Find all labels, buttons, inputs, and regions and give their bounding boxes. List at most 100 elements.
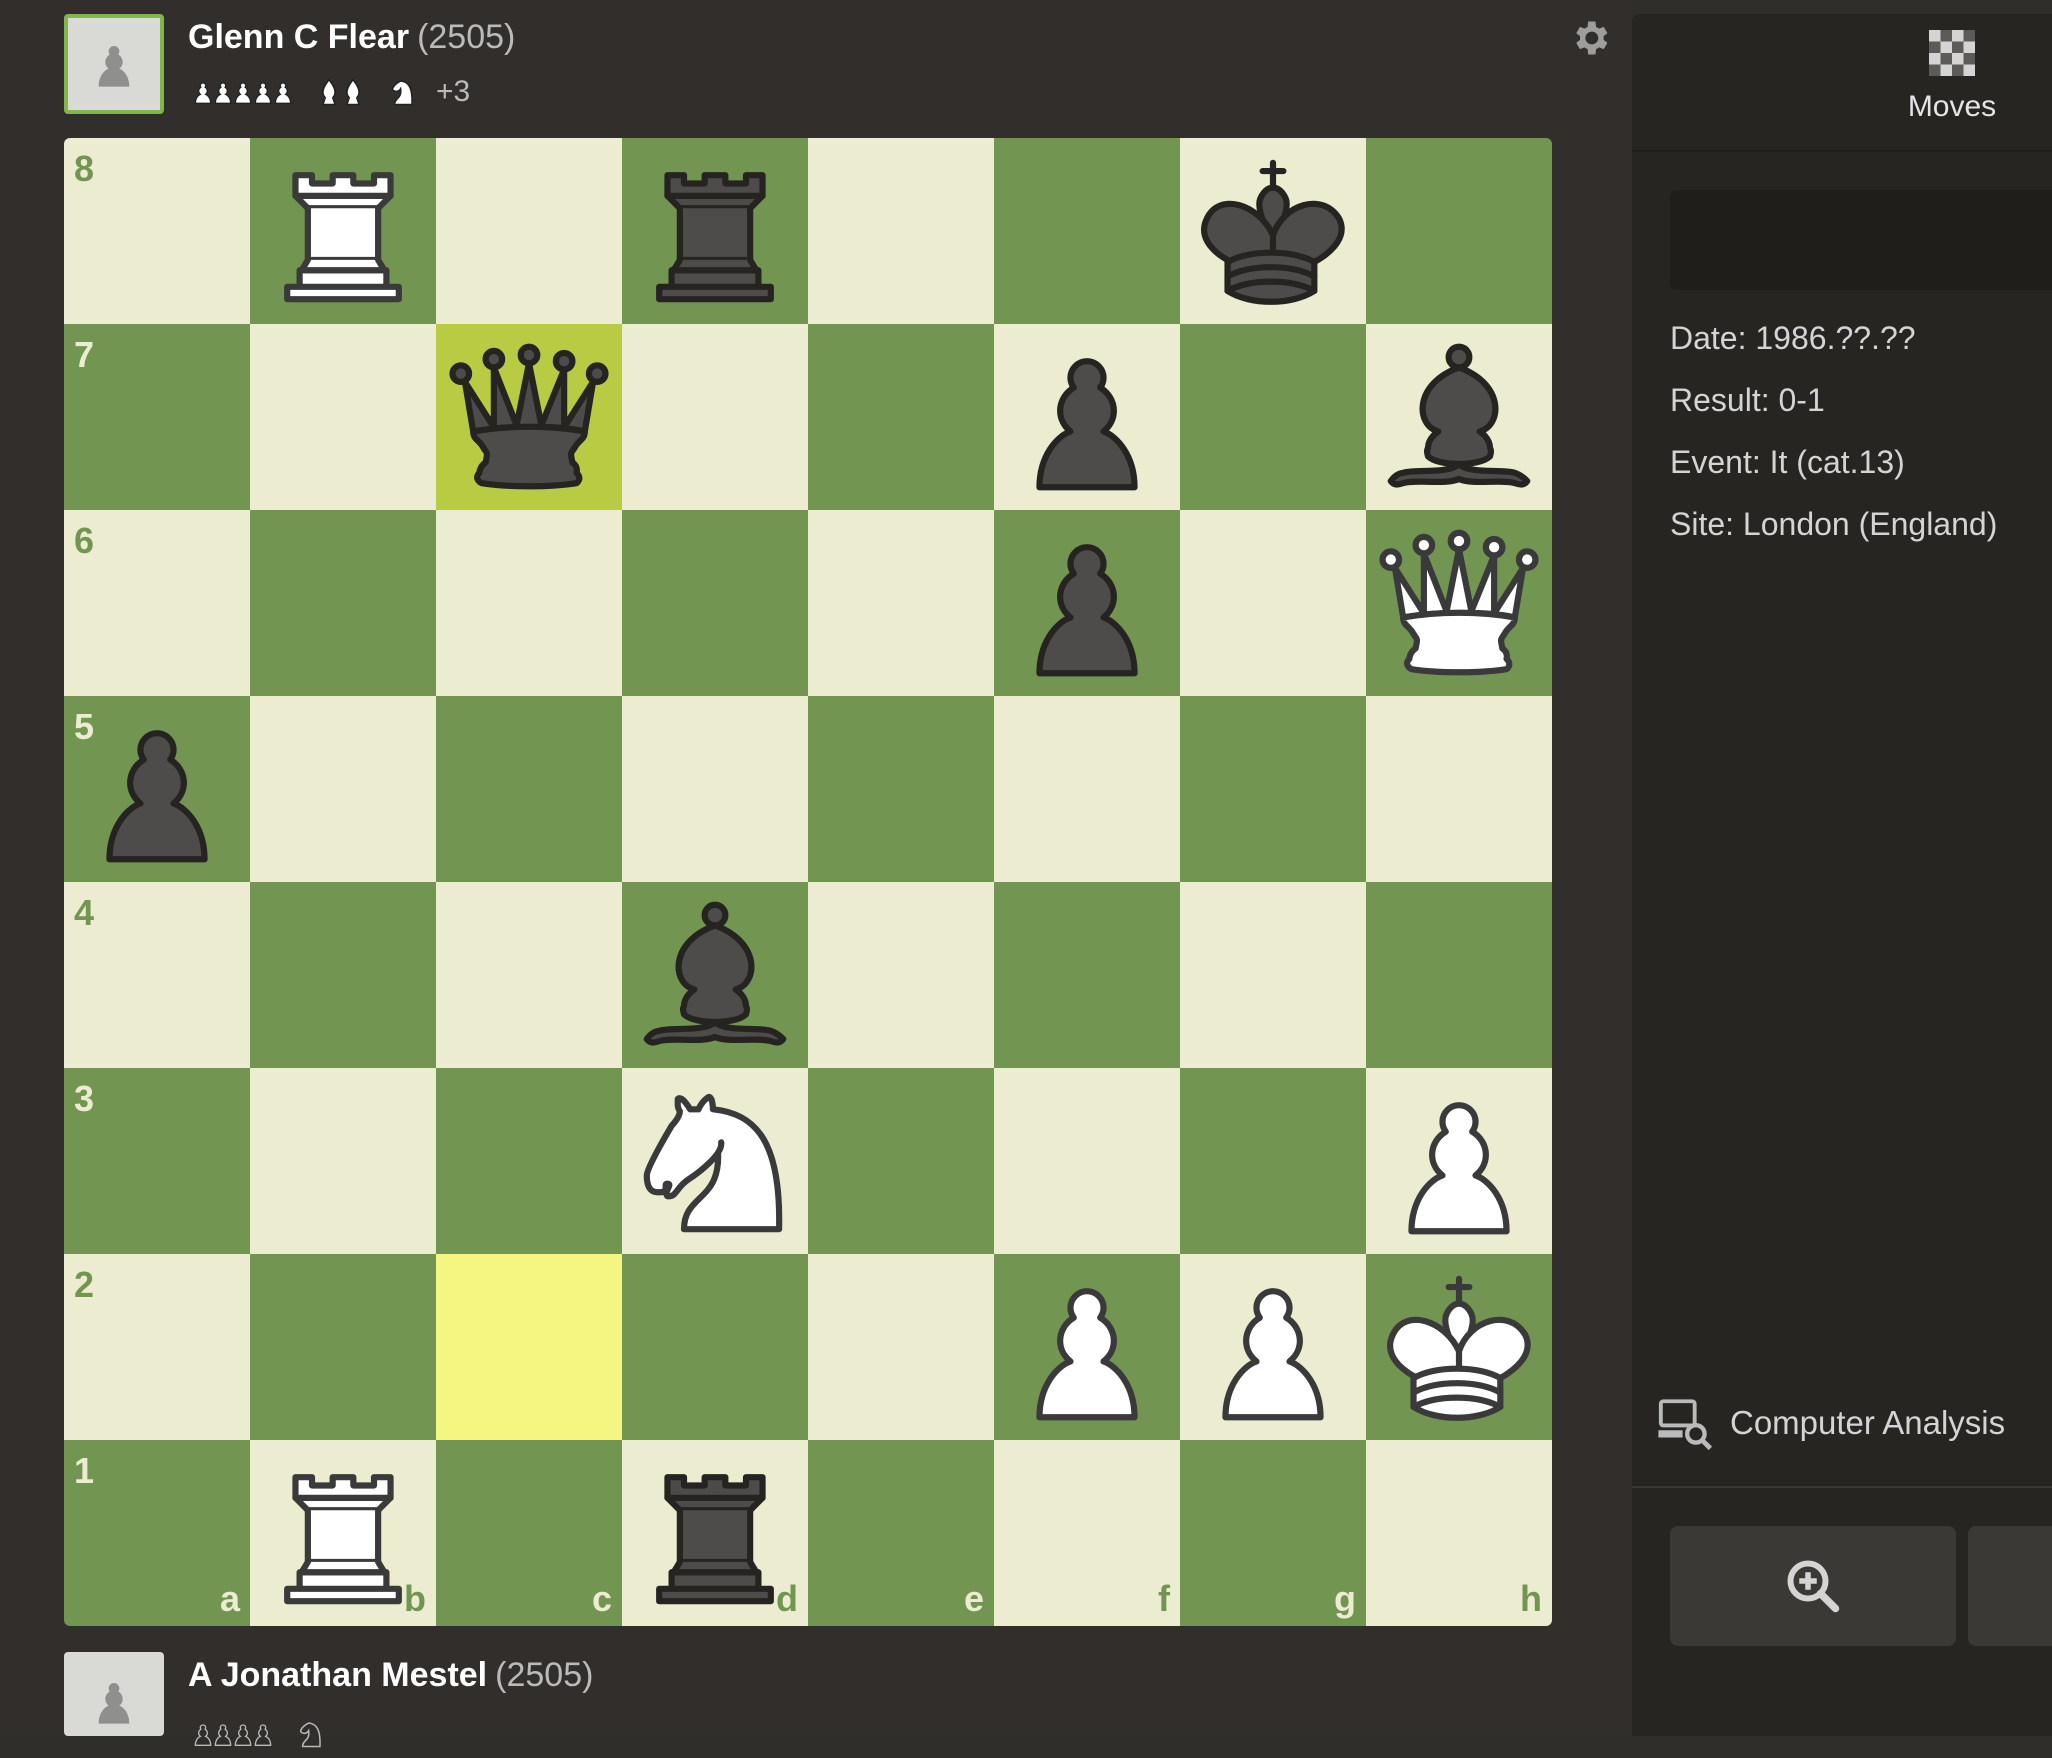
square-d6[interactable] bbox=[622, 510, 808, 696]
square-g6[interactable] bbox=[1180, 510, 1366, 696]
black-king-icon[interactable] bbox=[1180, 138, 1366, 324]
square-e3[interactable] bbox=[808, 1068, 994, 1254]
square-g4[interactable] bbox=[1180, 882, 1366, 1068]
square-g5[interactable] bbox=[1180, 696, 1366, 882]
avatar[interactable] bbox=[64, 14, 164, 114]
white-pawn-icon[interactable] bbox=[1366, 1068, 1552, 1254]
square-c6[interactable] bbox=[436, 510, 622, 696]
square-h7[interactable] bbox=[1366, 324, 1552, 510]
square-d4[interactable] bbox=[622, 882, 808, 1068]
square-f1[interactable]: f bbox=[994, 1440, 1180, 1626]
square-a4[interactable]: 4 bbox=[64, 882, 250, 1068]
square-e8[interactable] bbox=[808, 138, 994, 324]
square-e7[interactable] bbox=[808, 324, 994, 510]
square-a6[interactable]: 6 bbox=[64, 510, 250, 696]
square-b5[interactable] bbox=[250, 696, 436, 882]
square-g1[interactable]: g bbox=[1180, 1440, 1366, 1626]
square-c4[interactable] bbox=[436, 882, 622, 1068]
square-c3[interactable] bbox=[436, 1068, 622, 1254]
white-knight-icon[interactable] bbox=[622, 1068, 808, 1254]
square-h8[interactable] bbox=[1366, 138, 1552, 324]
square-b7[interactable] bbox=[250, 324, 436, 510]
square-d7[interactable] bbox=[622, 324, 808, 510]
white-queen-icon[interactable] bbox=[1366, 510, 1552, 696]
black-pawn-icon[interactable] bbox=[994, 324, 1180, 510]
tab-moves[interactable]: Moves bbox=[1882, 30, 2022, 160]
next-button[interactable] bbox=[1968, 1526, 2052, 1646]
black-bishop-icon[interactable] bbox=[1366, 324, 1552, 510]
black-pawn-icon[interactable] bbox=[64, 696, 250, 882]
square-e5[interactable] bbox=[808, 696, 994, 882]
square-d5[interactable] bbox=[622, 696, 808, 882]
game-site: Site: London (England) bbox=[1670, 506, 1998, 542]
white-king-icon[interactable] bbox=[1366, 1254, 1552, 1440]
square-f7[interactable] bbox=[994, 324, 1180, 510]
square-b4[interactable] bbox=[250, 882, 436, 1068]
white-pawn-icon[interactable] bbox=[1180, 1254, 1366, 1440]
square-h3[interactable] bbox=[1366, 1068, 1552, 1254]
square-d1[interactable]: d bbox=[622, 1440, 808, 1626]
square-e4[interactable] bbox=[808, 882, 994, 1068]
square-b8[interactable] bbox=[250, 138, 436, 324]
square-h6[interactable] bbox=[1366, 510, 1552, 696]
square-h2[interactable] bbox=[1366, 1254, 1552, 1440]
captured-knight-icon bbox=[391, 80, 413, 106]
white-pawn-icon[interactable] bbox=[994, 1254, 1180, 1440]
square-e6[interactable] bbox=[808, 510, 994, 696]
square-a7[interactable]: 7 bbox=[64, 324, 250, 510]
black-rook-icon[interactable] bbox=[622, 138, 808, 324]
square-g8[interactable] bbox=[1180, 138, 1366, 324]
square-f3[interactable] bbox=[994, 1068, 1180, 1254]
square-h5[interactable] bbox=[1366, 696, 1552, 882]
square-f8[interactable] bbox=[994, 138, 1180, 324]
square-a3[interactable]: 3 bbox=[64, 1068, 250, 1254]
settings-button[interactable] bbox=[1568, 16, 1612, 60]
square-b1[interactable]: b bbox=[250, 1440, 436, 1626]
player-name[interactable]: Glenn C Flear (2505) bbox=[188, 18, 515, 57]
square-f4[interactable] bbox=[994, 882, 1180, 1068]
square-c8[interactable] bbox=[436, 138, 622, 324]
square-c5[interactable] bbox=[436, 696, 622, 882]
game-event: Event: It (cat.13) bbox=[1670, 444, 1905, 480]
black-bishop-icon[interactable] bbox=[622, 882, 808, 1068]
square-e1[interactable]: e bbox=[808, 1440, 994, 1626]
square-c1[interactable]: c bbox=[436, 1440, 622, 1626]
square-b3[interactable] bbox=[250, 1068, 436, 1254]
square-a1[interactable]: 1a bbox=[64, 1440, 250, 1626]
captured-knight-icon bbox=[299, 1722, 321, 1748]
zoom-button[interactable] bbox=[1670, 1526, 1956, 1646]
square-f2[interactable] bbox=[994, 1254, 1180, 1440]
square-c7[interactable] bbox=[436, 324, 622, 510]
player-name[interactable]: A Jonathan Mestel (2505) bbox=[188, 1656, 593, 1695]
avatar[interactable] bbox=[64, 1652, 164, 1736]
square-c2[interactable] bbox=[436, 1254, 622, 1440]
square-g3[interactable] bbox=[1180, 1068, 1366, 1254]
square-d3[interactable] bbox=[622, 1068, 808, 1254]
white-rook-icon[interactable] bbox=[250, 1440, 436, 1626]
square-d8[interactable] bbox=[622, 138, 808, 324]
square-a2[interactable]: 2 bbox=[64, 1254, 250, 1440]
square-b6[interactable] bbox=[250, 510, 436, 696]
game-date: Date: 1986.??.?? bbox=[1670, 320, 1916, 356]
square-g7[interactable] bbox=[1180, 324, 1366, 510]
square-f5[interactable] bbox=[994, 696, 1180, 882]
divider bbox=[1632, 1486, 2052, 1488]
black-rook-icon[interactable] bbox=[622, 1440, 808, 1626]
square-g2[interactable] bbox=[1180, 1254, 1366, 1440]
file-label-e: e bbox=[963, 1578, 984, 1619]
white-rook-icon[interactable] bbox=[250, 138, 436, 324]
file-label-c: c bbox=[591, 1578, 612, 1619]
rank-label-1: 1 bbox=[74, 1450, 95, 1491]
square-h1[interactable]: h bbox=[1366, 1440, 1552, 1626]
square-a5[interactable]: 5 bbox=[64, 696, 250, 882]
computer-analysis-button[interactable]: Computer Analysis bbox=[1656, 1394, 2005, 1452]
square-a8[interactable]: 8 bbox=[64, 138, 250, 324]
square-e2[interactable] bbox=[808, 1254, 994, 1440]
square-f6[interactable] bbox=[994, 510, 1180, 696]
black-queen-icon[interactable] bbox=[436, 324, 622, 510]
black-pawn-icon[interactable] bbox=[994, 510, 1180, 696]
chess-board[interactable]: 87654321ab cd efgh bbox=[64, 138, 1552, 1626]
square-b2[interactable] bbox=[250, 1254, 436, 1440]
square-h4[interactable] bbox=[1366, 882, 1552, 1068]
square-d2[interactable] bbox=[622, 1254, 808, 1440]
